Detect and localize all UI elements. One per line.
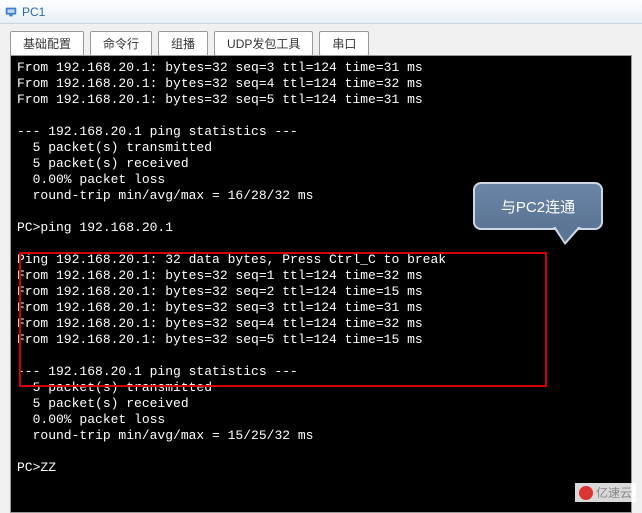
tab-command-line[interactable]: 命令行 [90,31,152,56]
watermark-icon [579,486,593,500]
watermark-text: 亿速云 [596,484,632,501]
tab-basic-config[interactable]: 基础配置 [10,31,84,56]
annotation-callout: 与PC2连通 [473,182,603,230]
tab-udp-tool[interactable]: UDP发包工具 [214,31,313,56]
tab-serial[interactable]: 串口 [319,31,369,56]
terminal-panel: From 192.168.20.1: bytes=32 seq=3 ttl=12… [10,55,632,513]
terminal-output[interactable]: From 192.168.20.1: bytes=32 seq=3 ttl=12… [11,56,631,480]
callout-text: 与PC2连通 [501,196,575,217]
tab-multicast[interactable]: 组播 [158,31,208,56]
window-title: PC1 [22,5,45,19]
app-icon [4,5,18,19]
watermark: 亿速云 [575,483,636,502]
tab-bar: 基础配置 命令行 组播 UDP发包工具 串口 [0,24,642,55]
window-title-bar: PC1 [0,0,642,24]
